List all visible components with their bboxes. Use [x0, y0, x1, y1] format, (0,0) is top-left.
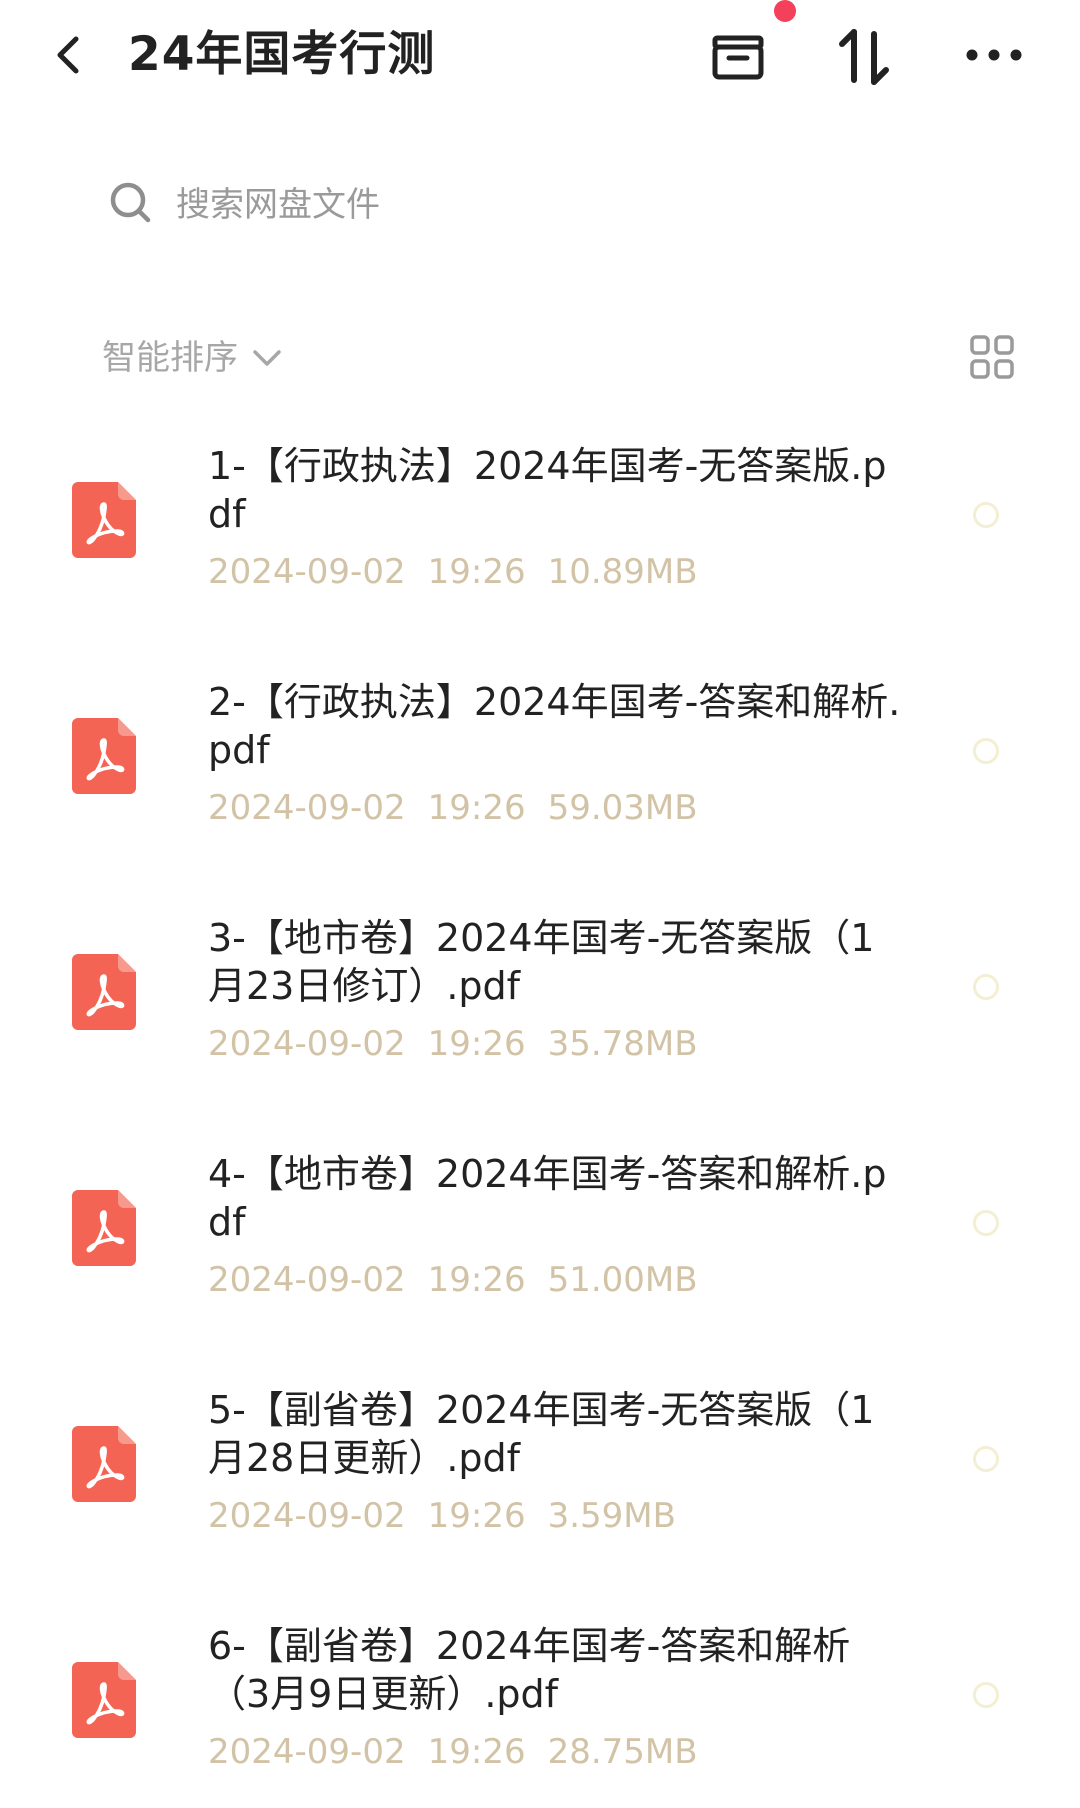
back-button[interactable]	[44, 22, 100, 88]
select-checkbox[interactable]	[973, 738, 999, 764]
select-checkbox[interactable]	[973, 1446, 999, 1472]
chevron-left-icon	[57, 36, 79, 74]
select-checkbox[interactable]	[973, 1682, 999, 1708]
more-dots-icon	[966, 49, 1022, 61]
chevron-down-icon	[253, 350, 281, 366]
file-meta: 2024-09-02 19:26 59.03MB	[208, 786, 720, 830]
file-size: 3.59MB	[547, 1496, 676, 1536]
file-list-item[interactable]: 3-【地市卷】2024年国考-无答案版（1月23日修订）.pdf 2024-09…	[0, 892, 1080, 1128]
search-bar[interactable]	[86, 170, 966, 240]
file-list-item[interactable]: 1-【行政执法】2024年国考-无答案版.pdf 2024-09-02 19:26…	[0, 420, 1080, 656]
file-time: 19:26	[427, 1496, 526, 1536]
file-date: 2024-09-02	[208, 788, 406, 828]
pdf-file-icon	[72, 718, 136, 794]
file-size: 51.00MB	[547, 1260, 698, 1300]
file-size: 59.03MB	[547, 788, 698, 828]
file-size: 10.89MB	[547, 552, 698, 592]
file-name: 2-【行政执法】2024年国考-答案和解析.pdf	[208, 680, 901, 772]
select-checkbox[interactable]	[973, 974, 999, 1000]
grid-view-toggle[interactable]	[968, 333, 1016, 381]
sort-button[interactable]	[828, 22, 900, 92]
file-name: 1-【行政执法】2024年国考-无答案版.pdf	[208, 444, 887, 536]
select-checkbox[interactable]	[973, 1210, 999, 1236]
file-date: 2024-09-02	[208, 1496, 406, 1536]
file-list-item[interactable]: 5-【副省卷】2024年国考-无答案版（1月28日更新）.pdf 2024-09…	[0, 1364, 1080, 1600]
file-time: 19:26	[427, 1024, 526, 1064]
file-time: 19:26	[427, 788, 526, 828]
sort-dropdown[interactable]: 智能排序	[102, 330, 285, 386]
file-meta: 2024-09-02 19:26 51.00MB	[208, 1258, 720, 1302]
file-meta: 2024-09-02 19:26 35.78MB	[208, 1022, 720, 1066]
pdf-file-icon	[72, 1190, 136, 1266]
file-time: 19:26	[427, 1260, 526, 1300]
sort-label: 智能排序	[102, 338, 238, 378]
file-list-item[interactable]: 2-【行政执法】2024年国考-答案和解析.pdf 2024-09-02 19:2…	[0, 656, 1080, 892]
search-icon	[110, 182, 151, 223]
file-meta: 2024-09-02 19:26 10.89MB	[208, 550, 720, 594]
grid-view-icon	[970, 335, 1014, 379]
file-date: 2024-09-02	[208, 552, 406, 592]
file-meta: 2024-09-02 19:26 28.75MB	[208, 1730, 720, 1774]
file-date: 2024-09-02	[208, 1732, 406, 1772]
pdf-file-icon	[72, 954, 136, 1030]
sort-arrows-icon	[839, 29, 889, 85]
top-bar: 24年国考行测	[0, 0, 1080, 115]
archive-box-icon	[712, 35, 764, 80]
pdf-file-icon	[72, 1662, 136, 1738]
file-size: 28.75MB	[547, 1732, 698, 1772]
select-checkbox[interactable]	[973, 502, 999, 528]
more-button[interactable]	[955, 22, 1035, 92]
file-name: 4-【地市卷】2024年国考-答案和解析.pdf	[208, 1152, 887, 1244]
pdf-file-icon	[72, 1426, 136, 1502]
file-list: 1-【行政执法】2024年国考-无答案版.pdf 2024-09-02 19:26…	[0, 420, 1080, 1808]
archive-button[interactable]	[702, 22, 774, 92]
search-input[interactable]	[174, 174, 938, 236]
file-name: 6-【副省卷】2024年国考-答案和解析（3月9日更新）.pdf	[208, 1624, 851, 1716]
file-time: 19:26	[427, 552, 526, 592]
file-meta: 2024-09-02 19:26 3.59MB	[208, 1494, 698, 1538]
page-title: 24年国考行测	[128, 27, 436, 82]
file-name: 5-【副省卷】2024年国考-无答案版（1月28日更新）.pdf	[208, 1388, 875, 1480]
file-size: 35.78MB	[547, 1024, 698, 1064]
pdf-file-icon	[72, 482, 136, 558]
notification-dot	[774, 0, 796, 22]
file-name: 3-【地市卷】2024年国考-无答案版（1月23日修订）.pdf	[208, 916, 875, 1008]
file-list-item[interactable]: 6-【副省卷】2024年国考-答案和解析（3月9日更新）.pdf 2024-09…	[0, 1600, 1080, 1808]
file-folder-page: 24年国考行测 搜索网盘文件 智能排序 1-【行政执法】2024年国考-无答案版…	[0, 0, 1080, 1808]
file-list-item[interactable]: 4-【地市卷】2024年国考-答案和解析.pdf 2024-09-02 19:26…	[0, 1128, 1080, 1364]
file-date: 2024-09-02	[208, 1260, 406, 1300]
file-time: 19:26	[427, 1732, 526, 1772]
file-date: 2024-09-02	[208, 1024, 406, 1064]
